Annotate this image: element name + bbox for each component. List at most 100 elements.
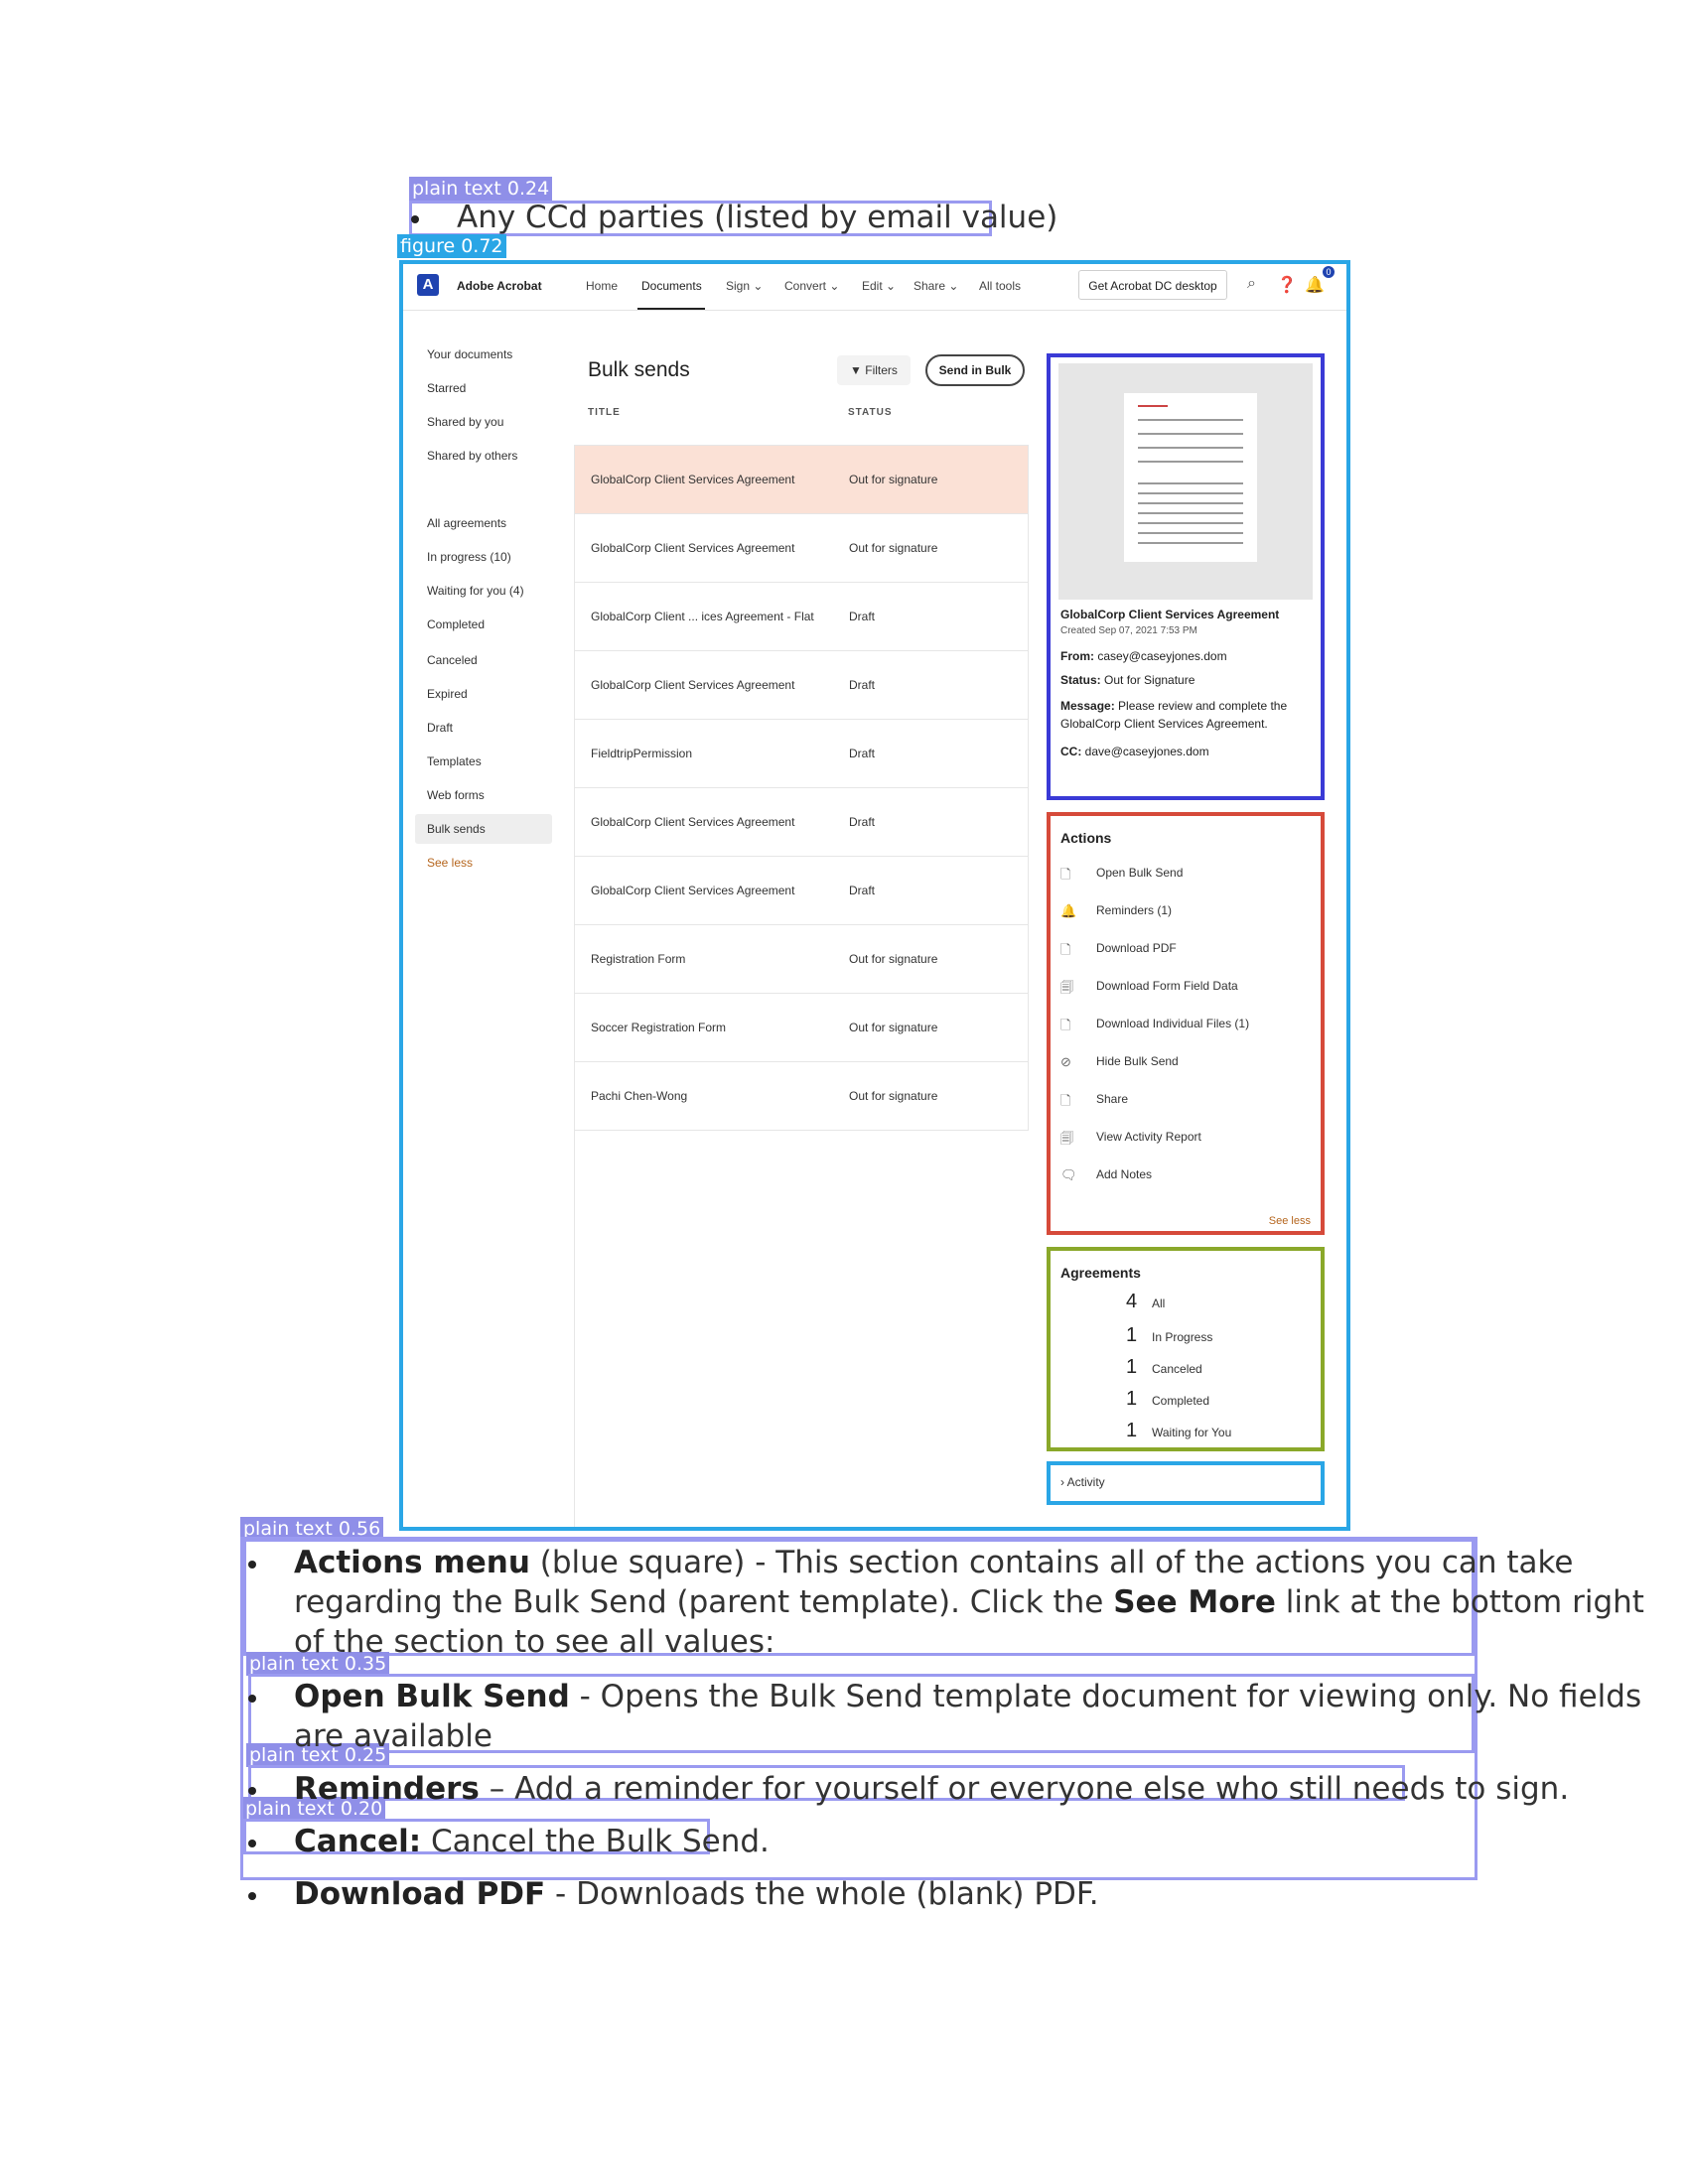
row-status: Draft (849, 815, 876, 829)
sidebar-item-web-forms[interactable]: Web forms (427, 788, 485, 802)
sidebar-item-waiting-for-you[interactable]: Waiting for you (4) (427, 584, 524, 598)
nav-convert[interactable]: Convert ⌄ (784, 279, 839, 293)
action-add-notes[interactable]: 🗨 Add Notes (1060, 1167, 1152, 1183)
get-acrobat-desktop-button[interactable]: Get Acrobat DC desktop (1078, 270, 1227, 300)
sidebar-item-all-agreements[interactable]: All agreements (427, 516, 506, 530)
bullet-cancel: Cancel: Cancel the Bulk Send. (294, 1822, 770, 1861)
send-in-bulk-button[interactable]: Send in Bulk (925, 354, 1025, 386)
cc-label: CC: (1060, 745, 1082, 758)
page-title: Bulk sends (588, 358, 690, 381)
nav-share[interactable]: Share ⌄ (914, 279, 958, 293)
action-label: Share (1096, 1092, 1129, 1106)
table-row[interactable]: Soccer Registration Form Out for signatur… (574, 993, 1029, 1061)
agreement-count-all[interactable]: 4 All (1126, 1291, 1165, 1313)
bullet-text: regarding the Bulk Send (parent template… (294, 1584, 1114, 1620)
sidebar-item-completed[interactable]: Completed (427, 617, 485, 631)
column-header-status[interactable]: STATUS (848, 407, 893, 418)
row-title: GlobalCorp Client Services Agreement (591, 815, 795, 829)
table-row[interactable]: GlobalCorp Client Services Agreement Draf… (574, 856, 1029, 924)
count: 4 (1126, 1291, 1138, 1312)
sidebar-see-less-link[interactable]: See less (427, 856, 473, 870)
detail-message-line-2: GlobalCorp Client Services Agreement. (1060, 717, 1268, 731)
filters-button[interactable]: ▼ Filters (837, 355, 911, 385)
row-title: GlobalCorp Client Services Agreement (591, 678, 795, 692)
actions-see-less-link[interactable]: See less (1269, 1215, 1311, 1227)
table-row[interactable]: Pachi Chen-Wong Out for signature (574, 1061, 1029, 1131)
table-row[interactable]: Registration Form Out for signature (574, 924, 1029, 993)
bell-icon: 🔔 (1060, 903, 1077, 918)
action-label: Download Form Field Data (1096, 979, 1238, 993)
share-icon: 🗋 (1060, 1093, 1071, 1108)
help-icon[interactable]: ❓ (1277, 275, 1297, 295)
action-share[interactable]: 🗋 Share (1060, 1092, 1128, 1114)
action-label: View Activity Report (1096, 1130, 1201, 1144)
sidebar-item-canceled[interactable]: Canceled (427, 653, 478, 667)
table-row[interactable]: GlobalCorp Client Services Agreement Draf… (574, 650, 1029, 719)
count: 1 (1126, 1356, 1138, 1378)
brand-name: Adobe Acrobat (457, 279, 542, 293)
agreement-count-in-progress[interactable]: 1 In Progress (1126, 1324, 1212, 1347)
sidebar-item-draft[interactable]: Draft (427, 721, 453, 735)
row-status: Draft (849, 747, 876, 760)
activity-panel[interactable]: › Activity (1047, 1461, 1325, 1505)
row-status: Out for signature (849, 1021, 938, 1034)
nav-edit[interactable]: Edit ⌄ (862, 279, 896, 293)
detail-created: Created Sep 07, 2021 7:53 PM (1060, 625, 1197, 636)
table-row[interactable]: FieldtripPermission Draft (574, 719, 1029, 787)
action-label: Hide Bulk Send (1096, 1054, 1179, 1068)
row-status: Draft (849, 610, 876, 623)
sidebar-item-expired[interactable]: Expired (427, 687, 468, 701)
column-header-title[interactable]: TITLE (588, 407, 621, 418)
action-download-form-field-data[interactable]: 🗐 Download Form Field Data (1060, 979, 1238, 1001)
count-label: In Progress (1152, 1330, 1213, 1344)
row-title: Pachi Chen-Wong (591, 1089, 688, 1103)
action-download-individual-files[interactable]: 🗋 Download Individual Files (1) (1060, 1017, 1249, 1038)
nav-sign[interactable]: Sign ⌄ (726, 279, 763, 293)
sidebar-item-shared-by-you[interactable]: Shared by you (427, 415, 503, 429)
download-form-icon: 🗐 (1060, 980, 1073, 995)
table-row[interactable]: GlobalCorp Client Services Agreement Out … (574, 513, 1029, 582)
search-icon[interactable]: ⌕ (1247, 275, 1256, 293)
bullet-download-pdf: Download PDF - Downloads the whole (blan… (294, 1874, 1099, 1914)
acrobat-screenshot: A Adobe Acrobat Home Documents Sign ⌄ Co… (399, 260, 1350, 1531)
table-row[interactable]: GlobalCorp Client Services Agreement Draf… (574, 787, 1029, 856)
detail-status: Status: Out for Signature (1060, 673, 1195, 687)
bullet-text: – Add a reminder for yourself or everyon… (479, 1771, 1570, 1807)
table-row[interactable]: GlobalCorp Client Services Agreement Out … (574, 445, 1029, 513)
filters-label: Filters (865, 363, 898, 377)
acrobat-logo-icon[interactable]: A (417, 274, 439, 296)
action-hide-bulk-send[interactable]: ⊘ Hide Bulk Send (1060, 1054, 1179, 1070)
action-reminders[interactable]: 🔔 Reminders (1) (1060, 903, 1172, 919)
row-title: FieldtripPermission (591, 747, 693, 760)
sidebar-item-starred[interactable]: Starred (427, 381, 466, 395)
detail-cc: CC: dave@caseyjones.dom (1060, 745, 1209, 758)
nav-documents[interactable]: Documents (641, 279, 702, 293)
agreement-count-waiting[interactable]: 1 Waiting for You (1126, 1420, 1231, 1442)
bell-icon[interactable]: 🔔 (1305, 275, 1325, 295)
bulk-sends-table: GlobalCorp Client Services Agreement Out … (574, 445, 1029, 1131)
nav-home[interactable]: Home (586, 279, 618, 293)
status-value: Out for Signature (1104, 673, 1196, 687)
details-panel: GlobalCorp Client Services Agreement Cre… (1047, 353, 1325, 800)
count-label: Waiting for You (1152, 1426, 1232, 1439)
action-download-pdf[interactable]: 🗋 Download PDF (1060, 941, 1177, 963)
sidebar-item-bulk-sends[interactable]: Bulk sends (427, 822, 486, 836)
sidebar-item-templates[interactable]: Templates (427, 754, 482, 768)
action-view-activity-report[interactable]: 🗐 View Activity Report (1060, 1130, 1201, 1152)
row-status: Draft (849, 678, 876, 692)
activity-toggle[interactable]: › Activity (1060, 1475, 1105, 1489)
sidebar-item-your-documents[interactable]: Your documents (427, 347, 512, 361)
table-row[interactable]: GlobalCorp Client ... ices Agreement - F… (574, 582, 1029, 650)
sidebar-item-in-progress[interactable]: In progress (10) (427, 550, 511, 564)
action-open-bulk-send[interactable]: 🗋 Open Bulk Send (1060, 866, 1183, 887)
bullet-bold: Actions menu (294, 1545, 530, 1580)
bullet-text: Cancel the Bulk Send. (421, 1824, 770, 1859)
bullet-actions-menu-line-3: of the section to see all values: (294, 1624, 775, 1660)
agreements-title: Agreements (1060, 1265, 1141, 1281)
sidebar-item-shared-by-others[interactable]: Shared by others (427, 449, 517, 463)
nav-all-tools[interactable]: All tools (979, 279, 1021, 293)
bullet-reminders: Reminders – Add a reminder for yourself … (294, 1769, 1569, 1809)
agreement-count-canceled[interactable]: 1 Canceled (1126, 1356, 1202, 1379)
top-bar: A Adobe Acrobat Home Documents Sign ⌄ Co… (403, 264, 1346, 311)
agreement-count-completed[interactable]: 1 Completed (1126, 1388, 1209, 1411)
